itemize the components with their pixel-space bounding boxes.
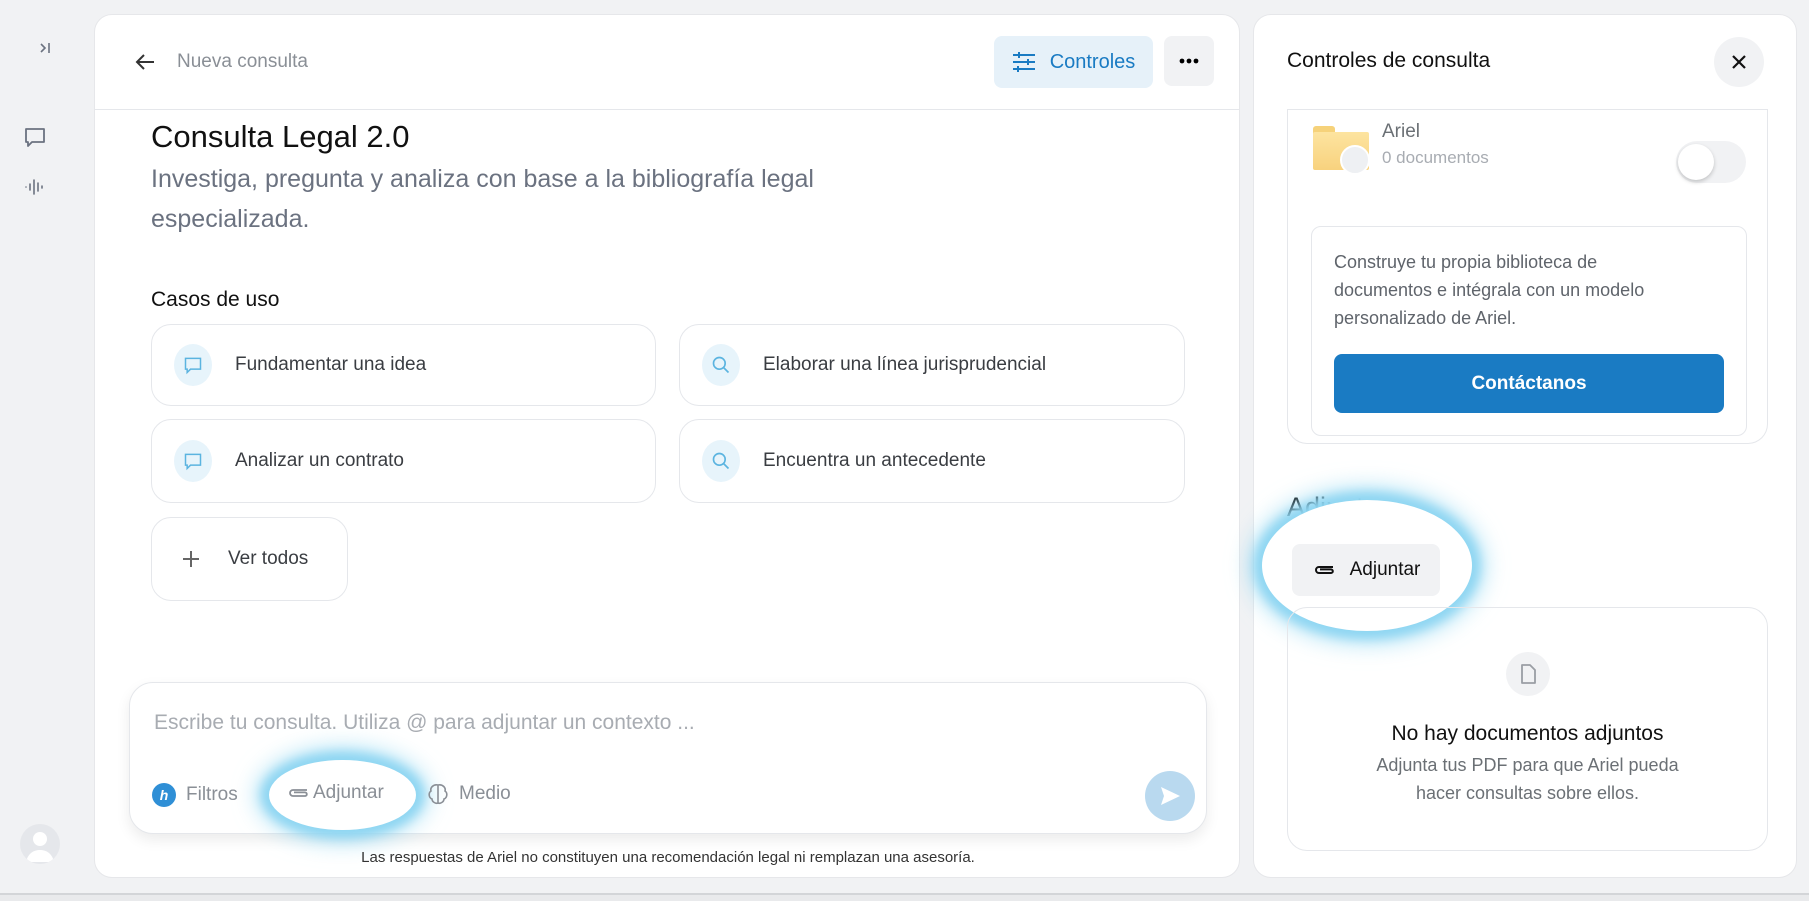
query-input[interactable]: Escribe tu consulta. Utiliza @ para adju… xyxy=(154,711,1154,735)
folder-icon xyxy=(1313,126,1370,175)
controls-panel-title: Controles de consulta xyxy=(1287,49,1491,72)
filters-label: Filtros xyxy=(186,784,238,805)
back-button[interactable] xyxy=(131,47,161,77)
page-title: Consulta Legal 2.0 xyxy=(151,119,410,154)
expand-sidebar-button[interactable] xyxy=(26,28,64,68)
empty-text-line: Adjunta tus PDF para que Ariel pueda xyxy=(1376,755,1679,775)
see-all-label: Ver todos xyxy=(228,548,309,569)
chat-icon xyxy=(25,128,45,147)
mode-selector[interactable]: Medio xyxy=(427,782,511,806)
use-case-label: Analizar un contrato xyxy=(235,450,404,471)
use-case-label: Elaborar una línea jurisprudencial xyxy=(763,354,1047,375)
send-button[interactable] xyxy=(1145,771,1195,821)
use-case-label: Fundamentar una idea xyxy=(235,354,427,375)
breadcrumb-title: Nueva consulta xyxy=(177,51,308,72)
attach-label: Adjuntar xyxy=(313,782,384,803)
page-subtitle-line1: Investiga, pregunta y analiza con base a… xyxy=(151,165,814,193)
promo-box: Construye tu propia biblioteca de docume… xyxy=(1311,226,1747,436)
use-case-card[interactable]: Fundamentar una idea xyxy=(151,324,656,406)
filters-button[interactable]: h Filtros xyxy=(152,783,238,807)
user-avatar[interactable] xyxy=(20,824,60,864)
use-case-card[interactable]: Analizar un contrato xyxy=(151,419,656,503)
brain-icon xyxy=(428,784,448,805)
close-button[interactable] xyxy=(1714,37,1764,87)
attach-label: Adjuntar xyxy=(1349,559,1421,580)
document-icon xyxy=(1506,652,1550,696)
use-case-label: Encuentra un antecedente xyxy=(763,450,986,471)
arrow-left-icon xyxy=(135,54,154,70)
sliders-icon xyxy=(1012,52,1035,72)
library-toggle[interactable] xyxy=(1676,141,1746,183)
chat-icon xyxy=(174,440,212,482)
expand-sidebar-icon xyxy=(40,43,50,53)
paperclip-icon xyxy=(289,789,308,797)
disclaimer: Las respuestas de Ariel no constituyen u… xyxy=(361,849,975,866)
library-count: 0 documentos xyxy=(1382,148,1489,167)
promo-text-line: Construye tu propia biblioteca de xyxy=(1334,252,1598,272)
library-card: Ariel 0 documentos Construye tu propia b… xyxy=(1287,109,1768,444)
controls-panel: Controles de consulta Ariel 0 documentos… xyxy=(1253,14,1797,878)
attach-button-composer[interactable]: Adjuntar xyxy=(287,782,384,804)
controls-button[interactable]: Controles xyxy=(994,36,1153,88)
header-divider xyxy=(95,109,1239,110)
sidebar-item-audio[interactable] xyxy=(20,172,50,202)
user-avatar-icon xyxy=(26,832,54,862)
empty-text-line: hacer consultas sobre ellos. xyxy=(1415,783,1640,803)
empty-title: No hay documentos adjuntos xyxy=(1391,722,1664,745)
audio-waveform-icon xyxy=(25,179,43,195)
paperclip-icon xyxy=(1314,566,1334,574)
more-icon xyxy=(1179,58,1199,64)
use-case-card[interactable]: Elaborar una línea jurisprudencial xyxy=(679,324,1185,406)
mode-label: Medio xyxy=(459,783,511,804)
sidebar-item-chat[interactable] xyxy=(20,122,50,152)
see-all-button[interactable]: Ver todos xyxy=(151,517,348,601)
send-icon xyxy=(1161,787,1180,805)
promo-text-line: documentos e intégrala con un modelo xyxy=(1334,280,1645,300)
chat-icon xyxy=(174,344,212,386)
search-icon xyxy=(702,440,740,482)
filters-logo-icon: h xyxy=(152,783,176,807)
use-cases-heading: Casos de uso xyxy=(151,288,280,311)
plus-icon xyxy=(183,551,199,567)
promo-text-line: personalizado de Ariel. xyxy=(1334,308,1517,328)
controls-button-label: Controles xyxy=(1049,50,1136,73)
contact-button[interactable]: Contáctanos xyxy=(1334,354,1724,413)
attachments-empty-state: No hay documentos adjuntos Adjunta tus P… xyxy=(1287,607,1768,851)
more-options-button[interactable] xyxy=(1164,36,1214,86)
search-icon xyxy=(702,344,740,386)
window-bottom-edge xyxy=(0,893,1809,901)
library-name: Ariel xyxy=(1382,121,1421,142)
attach-button-panel[interactable]: Adjuntar xyxy=(1292,544,1440,596)
close-icon xyxy=(1732,55,1746,69)
page-subtitle-line2: especializada. xyxy=(151,205,310,233)
use-case-card[interactable]: Encuentra un antecedente xyxy=(679,419,1185,503)
main-panel: Nueva consulta Controles Consulta Legal … xyxy=(94,14,1240,878)
